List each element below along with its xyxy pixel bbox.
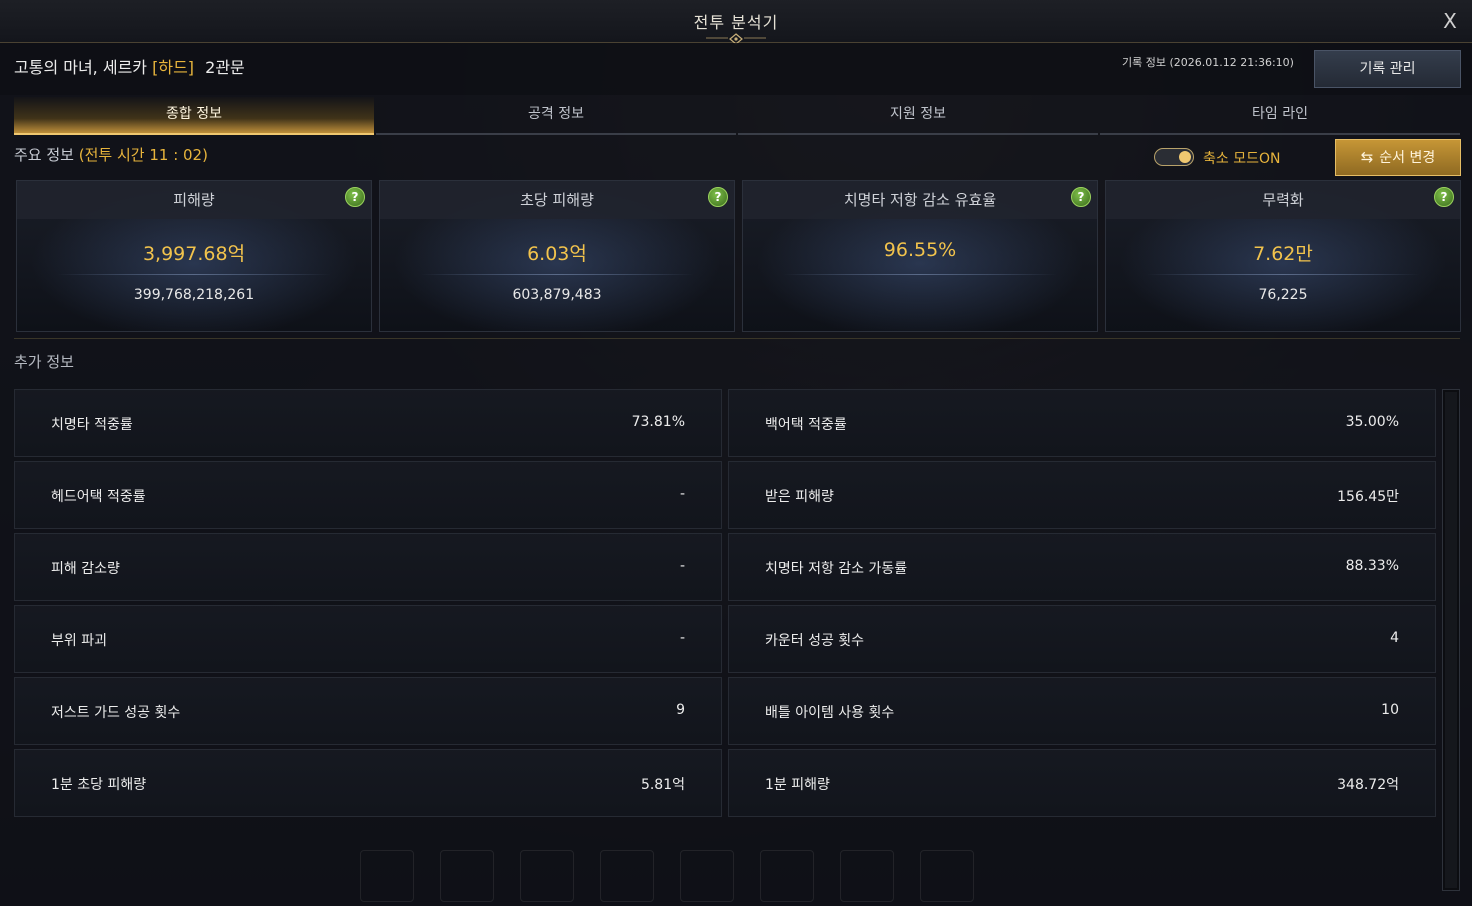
raid-gate: 2관문 [205, 58, 245, 77]
extra-info-label: 배틀 아이템 사용 횟수 [765, 705, 895, 721]
extra-info-label: 헤드어택 적중률 [51, 489, 146, 505]
help-icon[interactable]: ? [708, 187, 728, 207]
extra-info-scrollbar[interactable] [1442, 389, 1460, 891]
stat-card-damage: 피해량 ? 3,997.68억 399,768,218,261 [16, 180, 372, 332]
extra-info-value: 73.81% [631, 414, 685, 430]
stat-card-title: 치명타 저항 감소 유효율 [743, 181, 1097, 219]
stat-card-value: 96.55% [883, 239, 957, 261]
extra-info-cell: 헤드어택 적중률 - [14, 461, 722, 529]
extra-info-label: 저스트 가드 성공 횟수 [51, 705, 181, 721]
extra-info-value: 348.72억 [1337, 777, 1399, 793]
raid-difficulty: [하드] [152, 58, 195, 77]
tab-overview[interactable]: 종합 정보 [14, 97, 374, 135]
stat-card-value: 6.03억 [527, 243, 587, 265]
stat-card-subvalue: 603,879,483 [512, 287, 602, 303]
close-button[interactable]: X [1438, 8, 1462, 34]
window-title: 전투 분석기 [693, 13, 779, 32]
hotbar-slot [920, 850, 974, 902]
extra-info-value: - [679, 630, 685, 646]
stat-card-subvalue: 76,225 [1258, 287, 1308, 303]
battle-time: (전투 시간 11 : 02) [78, 146, 208, 164]
main-info-heading: 주요 정보 (전투 시간 11 : 02) [14, 144, 208, 165]
extra-info-cell: 1분 초당 피해량 5.81억 [14, 749, 722, 817]
extra-info-value: 9 [676, 702, 685, 718]
stat-card-crit-resist: 치명타 저항 감소 유효율 ? 96.55% [742, 180, 1098, 332]
extra-info-label: 카운터 성공 횟수 [765, 633, 865, 649]
main-info-label: 주요 정보 [14, 146, 74, 164]
hotbar-slot [760, 850, 814, 902]
stat-card-divider [57, 274, 331, 275]
tab-attack[interactable]: 공격 정보 [376, 97, 736, 135]
stat-card-divider [420, 274, 694, 275]
stat-card-divider [1146, 274, 1420, 275]
extra-info-value: 5.81억 [640, 777, 685, 793]
hotbar-slot [840, 850, 894, 902]
extra-info-cell: 1분 피해량 348.72억 [728, 749, 1436, 817]
extra-info-value: - [679, 558, 685, 574]
tab-support[interactable]: 지원 정보 [738, 97, 1098, 135]
extra-info-cell: 치명타 저항 감소 가동률 88.33% [728, 533, 1436, 601]
raid-name: 고통의 마녀, 세르카 [14, 58, 148, 77]
stat-card-divider [783, 274, 1057, 275]
toggle-knob [1179, 151, 1191, 163]
extra-info-label: 치명타 적중률 [51, 417, 133, 433]
extra-info-label: 치명타 저항 감소 가동률 [765, 561, 908, 577]
extra-info-cell: 카운터 성공 횟수 4 [728, 605, 1436, 673]
extra-info-value: 156.45만 [1337, 489, 1399, 505]
stat-card-title: 피해량 [17, 181, 371, 219]
stat-card-title: 초당 피해량 [380, 181, 734, 219]
help-icon[interactable]: ? [1071, 187, 1091, 207]
extra-info-label: 1분 피해량 [765, 777, 830, 793]
change-order-label: 순서 변경 [1379, 150, 1436, 166]
extra-info-value: 35.00% [1345, 414, 1399, 430]
extra-info-cell: 배틀 아이템 사용 횟수 10 [728, 677, 1436, 745]
stat-card-subvalue: 399,768,218,261 [133, 287, 255, 303]
extra-info-value: 4 [1390, 630, 1399, 646]
raid-title: 고통의 마녀, 세르카 [하드] 2관문 [14, 54, 245, 78]
extra-info-cell: 받은 피해량 156.45만 [728, 461, 1436, 529]
extra-info-cell: 백어택 적중률 35.00% [728, 389, 1436, 457]
extra-info-value: - [679, 486, 685, 502]
extra-info-label: 부위 파괴 [51, 633, 107, 649]
hotbar-slot [520, 850, 574, 902]
record-info: 기록 정보 (2026.01.12 21:36:10) [1122, 56, 1294, 69]
scrollbar-thumb[interactable] [1445, 392, 1457, 888]
stat-card-title: 무력화 [1106, 181, 1460, 219]
swap-arrows-icon: ⇆ [1360, 148, 1374, 166]
extra-info-cell: 치명타 적중률 73.81% [14, 389, 722, 457]
stat-card-stagger: 무력화 ? 7.62만 76,225 [1105, 180, 1461, 332]
extra-info-cell: 피해 감소량 - [14, 533, 722, 601]
hotbar-slot [680, 850, 734, 902]
extra-info-label: 백어택 적중률 [765, 417, 847, 433]
hotbar-slot [600, 850, 654, 902]
change-order-button[interactable]: ⇆ 순서 변경 [1335, 139, 1461, 176]
extra-info-heading: 추가 정보 [14, 353, 74, 371]
hotbar-slot [440, 850, 494, 902]
extra-info-label: 받은 피해량 [765, 489, 834, 505]
help-icon[interactable]: ? [345, 187, 365, 207]
extra-info-cell: 저스트 가드 성공 횟수 9 [14, 677, 722, 745]
extra-info-grid: 치명타 적중률 73.81% 백어택 적중률 35.00% 헤드어택 적중률 -… [14, 389, 1438, 821]
help-icon[interactable]: ? [1434, 187, 1454, 207]
tab-timeline[interactable]: 타임 라인 [1100, 97, 1460, 135]
extra-info-value: 10 [1381, 702, 1399, 718]
hotbar-slot [360, 850, 414, 902]
stat-card-dps: 초당 피해량 ? 6.03억 603,879,483 [379, 180, 735, 332]
compact-mode-label: 축소 모드ON [1203, 151, 1281, 167]
compact-mode-toggle[interactable] [1154, 148, 1194, 166]
background-hotbar [340, 846, 1100, 904]
title-bar: 전투 분석기 X [0, 0, 1472, 45]
record-manage-button[interactable]: 기록 관리 [1314, 50, 1461, 88]
section-divider [14, 338, 1460, 339]
stat-card-value: 7.62만 [1253, 243, 1313, 265]
extra-info-label: 피해 감소량 [51, 561, 120, 577]
extra-info-value: 88.33% [1345, 558, 1399, 574]
battle-analyzer-window: 전투 분석기 X 고통의 마녀, 세르카 [하드] 2관문 기록 정보 (202… [0, 0, 1472, 906]
stat-card-value: 3,997.68억 [142, 243, 246, 265]
extra-info-label: 1분 초당 피해량 [51, 777, 147, 793]
extra-info-cell: 부위 파괴 - [14, 605, 722, 673]
